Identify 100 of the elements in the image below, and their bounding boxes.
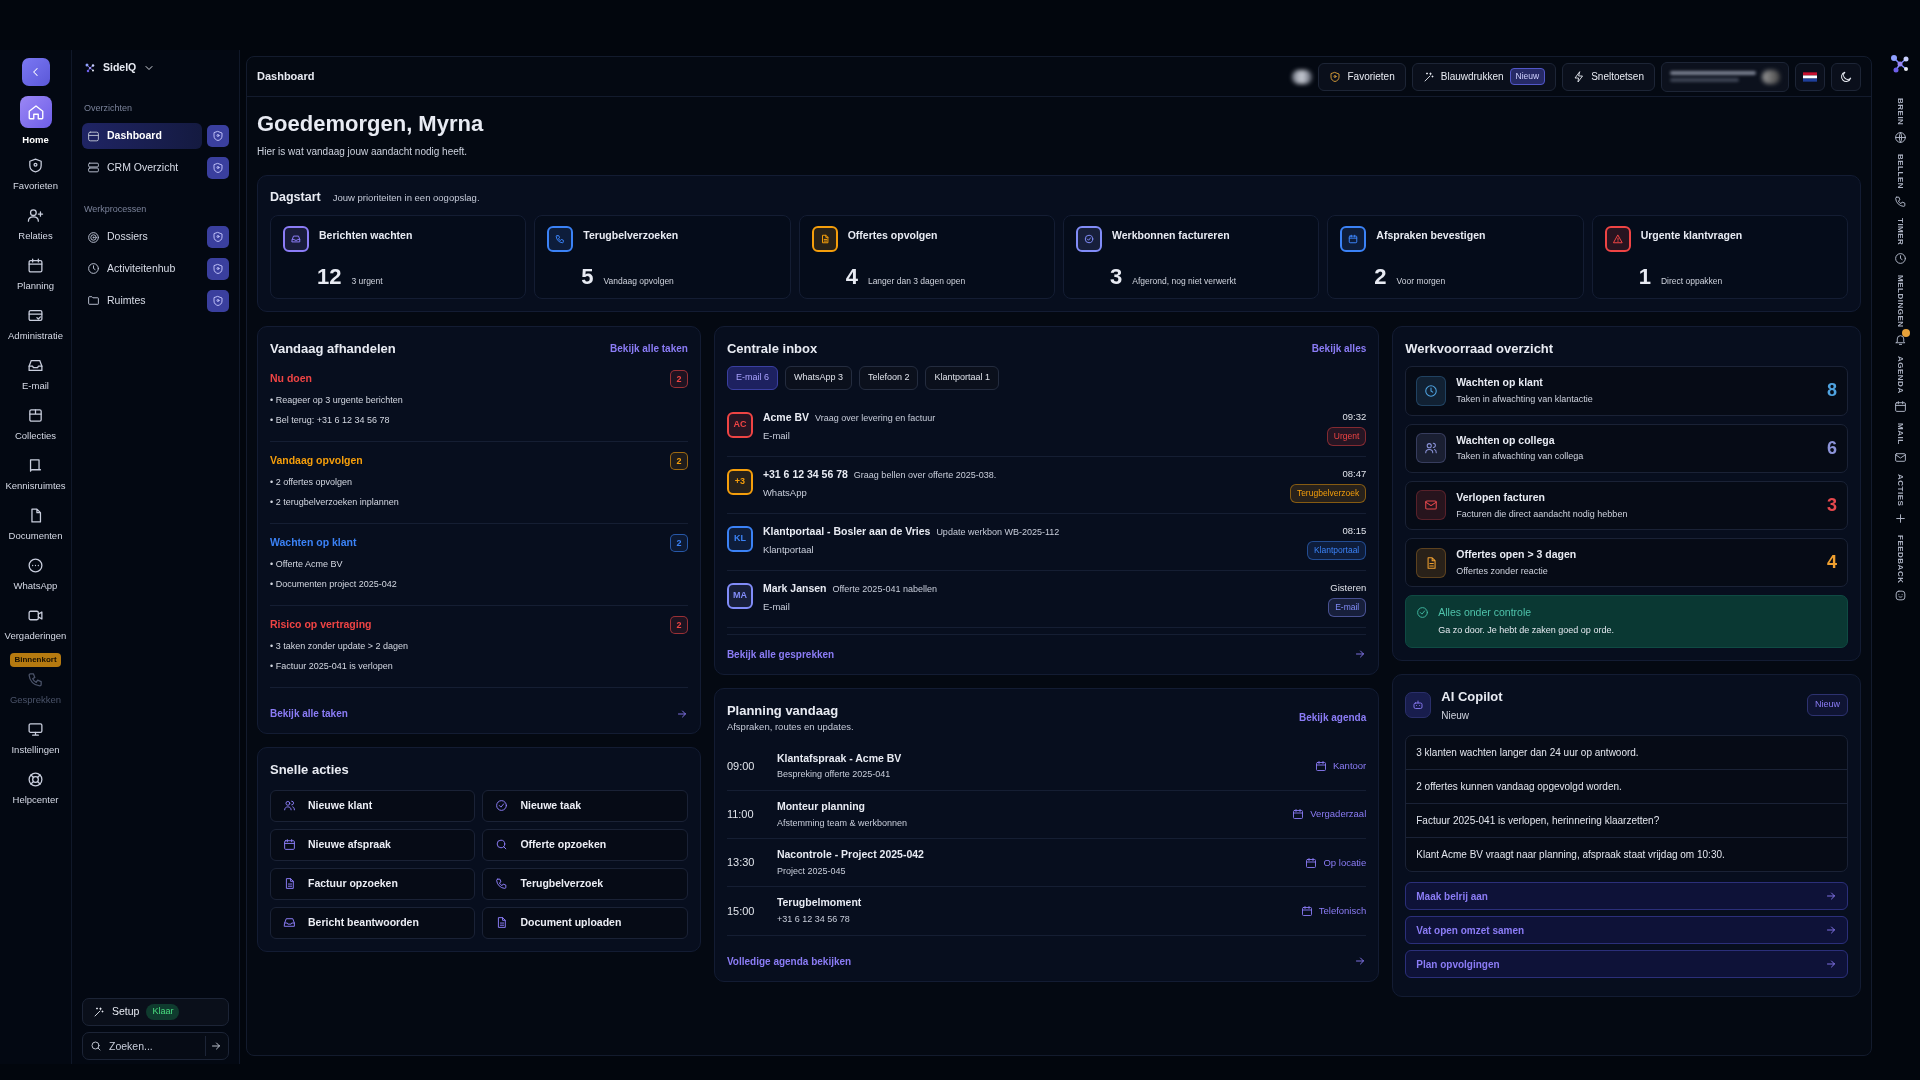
avatar-initials: AC: [726, 411, 753, 438]
rail-item[interactable]: Administratie: [1, 303, 70, 348]
channel-label: E-mail: [762, 428, 791, 443]
side-panel-tab[interactable]: FEEDBACK: [1893, 534, 1907, 603]
toolbar-button[interactable]: Sneltoetsen: [1562, 62, 1655, 91]
filter-tab[interactable]: WhatsApp 3: [784, 366, 852, 390]
event-time: 15:00: [726, 903, 756, 919]
task-item: • 3 taken zonder update > 2 dagen: [270, 640, 409, 654]
avatar-icon: [1292, 69, 1313, 84]
rail-item[interactable]: Planning: [1, 253, 70, 298]
shield-icon: [212, 231, 224, 244]
workload-item[interactable]: Wachten op collega Taken in afwachting van collega 6: [1405, 423, 1848, 473]
count-badge: 2: [669, 452, 688, 471]
shield-button[interactable]: [207, 125, 229, 148]
location-label: Vergaderzaal: [1310, 807, 1367, 822]
rail-item[interactable]: E-mail: [1, 353, 70, 398]
copilot-action-button[interactable]: Maak belrij aan: [1405, 882, 1848, 910]
stat-tile[interactable]: Berichten wachten 12 3 urgent: [270, 214, 527, 299]
stat-tile[interactable]: Werkbonnen factureren 3 Afgerond, nog niet verwerkt: [1063, 214, 1320, 299]
shield-button[interactable]: [207, 226, 229, 249]
rail-item[interactable]: Helpcenter: [1, 767, 70, 812]
language-button[interactable]: [1795, 62, 1825, 91]
sidebar-item[interactable]: CRM Overzicht: [82, 155, 202, 181]
workload-item[interactable]: Wachten op klant Taken in afwachting van klantactie 8: [1405, 366, 1848, 416]
collapse-button[interactable]: [21, 58, 50, 86]
toolbar-button[interactable]: Blauwdrukken Nieuw: [1411, 62, 1557, 91]
arrow-right-icon: [675, 707, 688, 720]
search-field[interactable]: Zoeken...: [82, 1032, 229, 1060]
stat-tile[interactable]: Urgente klantvragen 1 Direct oppakken: [1591, 214, 1848, 299]
sender-name: +31 6 12 34 56 78: [762, 466, 848, 482]
rail-item[interactable]: Documenten: [1, 503, 70, 548]
workload-detail: Taken in afwachting van collega: [1456, 450, 1585, 464]
theme-toggle[interactable]: [1831, 62, 1861, 91]
bolt-icon: [1573, 70, 1586, 83]
insight-text: 2 offertes kunnen vandaag opgevolgd worden.: [1406, 770, 1847, 804]
setup-button[interactable]: Setup Klaar: [82, 998, 229, 1026]
stat-tile[interactable]: Afspraken bevestigen 2 Voor morgen: [1327, 214, 1584, 299]
side-panel-tab[interactable]: ACTIES: [1893, 473, 1907, 525]
view-all-link[interactable]: Bekijk agenda: [1299, 710, 1367, 726]
side-panel-tab[interactable]: BELLEN: [1893, 154, 1907, 209]
footer-link[interactable]: Bekijk alle gesprekken: [726, 646, 1367, 662]
avatar-initials: +3: [726, 468, 753, 495]
filter-tab[interactable]: E-mail 6: [726, 366, 778, 390]
shield-button[interactable]: [207, 156, 229, 179]
rail-item[interactable]: Kennisruimtes: [1, 453, 70, 498]
rail-item[interactable]: WhatsApp: [1, 553, 70, 598]
rail-item[interactable]: Favorieten: [1, 153, 70, 198]
check-circle-icon: [495, 799, 509, 813]
arrow-right-icon: [1354, 648, 1367, 661]
side-panel-tab[interactable]: TIMER: [1893, 218, 1907, 265]
copilot-action-button[interactable]: Vat open omzet samen: [1405, 916, 1848, 944]
workload-item[interactable]: Offertes open > 3 dagen Offertes zonder reactie 4: [1405, 538, 1848, 588]
workload-item[interactable]: Verlopen facturen Facturen die direct aandacht nodig hebben 3: [1405, 480, 1848, 530]
phone-icon: [495, 877, 509, 891]
event-detail: Project 2025-045: [776, 864, 847, 878]
stat-tile[interactable]: Offertes opvolgen 4 Langer dan 3 dagen open: [798, 214, 1055, 299]
panel-subtitle: Nieuw: [1441, 709, 1471, 723]
filter-tab[interactable]: Klantportaal 1: [925, 366, 1000, 390]
quick-action-button[interactable]: Nieuwe afspraak: [270, 828, 476, 861]
quick-action-button[interactable]: Terugbelverzoek: [482, 867, 688, 900]
footer-link[interactable]: Volledige agenda bekijken: [726, 953, 1367, 969]
sidebar-item[interactable]: Dossiers: [82, 224, 202, 250]
filter-tab[interactable]: Telefoon 2: [858, 366, 919, 390]
quick-action-button[interactable]: Nieuwe klant: [270, 789, 476, 822]
panel-subtitle: Jouw prioriteiten in een oogopslag.: [332, 191, 480, 205]
rail-item[interactable]: Collecties: [1, 403, 70, 448]
workspace-switcher[interactable]: SideIQ: [82, 56, 229, 80]
profile-button[interactable]: [1661, 61, 1789, 92]
side-panel-tab[interactable]: BREIN: [1893, 98, 1907, 145]
sidebar-item[interactable]: Activiteitenhub: [82, 256, 202, 282]
quick-action-button[interactable]: Nieuwe taak: [482, 789, 688, 822]
group-title: Wachten op klant: [270, 535, 357, 551]
stat-tile[interactable]: Terugbelverzoeken 5 Vandaag opvolgen: [534, 214, 791, 299]
new-badge: Nieuw: [1509, 68, 1546, 85]
tile-count: 3: [1110, 265, 1123, 288]
copilot-action-button[interactable]: Plan opvolgingen: [1405, 950, 1848, 978]
rail-item[interactable]: Home: [1, 96, 70, 148]
toolbar-button[interactable]: Favorieten: [1318, 62, 1406, 91]
quick-action-button[interactable]: Offerte opzoeken: [482, 828, 688, 861]
shield-button[interactable]: [207, 289, 229, 312]
panel-title: Dagstart: [270, 189, 321, 206]
workload-count: 6: [1827, 436, 1837, 460]
server-icon: [87, 161, 100, 175]
side-panel-tab[interactable]: MELDINGEN: [1893, 274, 1907, 347]
view-all-link[interactable]: Bekijk alle taken: [610, 341, 688, 356]
quick-action-button[interactable]: Bericht beantwoorden: [270, 906, 476, 939]
quick-action-button[interactable]: Factuur opzoeken: [270, 867, 476, 900]
sidebar-item[interactable]: Dashboard: [82, 123, 202, 149]
footer-link[interactable]: Bekijk alle taken: [270, 706, 688, 722]
quick-action-button[interactable]: Document uploaden: [482, 906, 688, 939]
shield-button[interactable]: [207, 257, 229, 280]
event-detail: Bespreking offerte 2025-041: [776, 768, 892, 782]
view-all-link[interactable]: Bekijk alles: [1311, 341, 1367, 356]
sidebar-item[interactable]: Ruimtes: [82, 287, 202, 314]
rail-item[interactable]: Vergaderingen: [1, 603, 70, 648]
sender-name: Mark Jansen: [762, 580, 827, 596]
side-panel-tab[interactable]: MAIL: [1893, 422, 1907, 464]
rail-item[interactable]: Instellingen: [1, 717, 70, 762]
rail-item[interactable]: Relaties: [1, 203, 70, 248]
side-panel-tab[interactable]: AGENDA: [1893, 356, 1907, 413]
